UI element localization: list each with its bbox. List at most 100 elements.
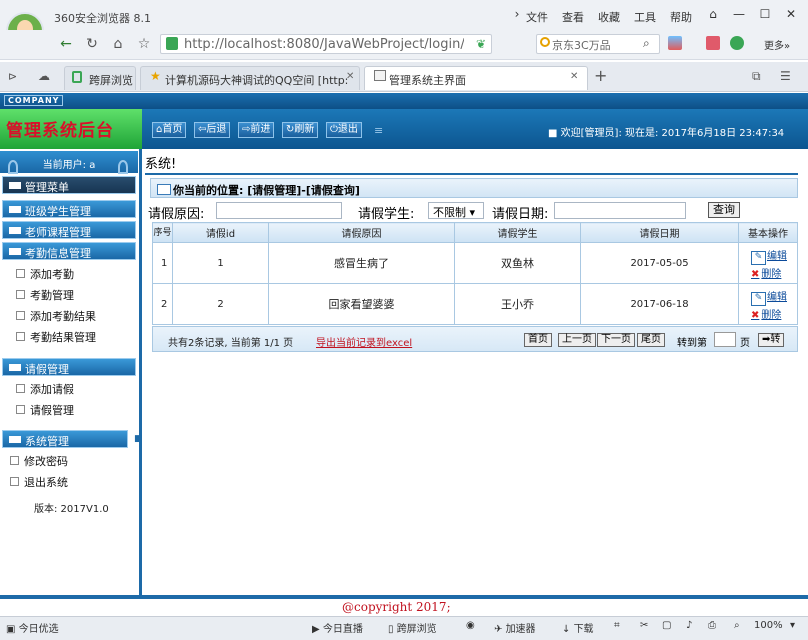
sidebar-section-class-student[interactable]: 班级学生管理 — [2, 200, 136, 218]
tab-qq-space[interactable]: 计算机源码大神调试的QQ空间 [http: — [140, 66, 360, 90]
sidebar-section-attendance[interactable]: 考勤信息管理 — [2, 242, 136, 260]
cell-id: 2 — [172, 283, 269, 325]
close-icon[interactable]: ✕ — [782, 6, 800, 22]
date-input[interactable] — [554, 202, 686, 219]
version-text: 版本: 2017V1.0 — [34, 504, 109, 515]
company-bar — [0, 93, 808, 109]
page-label: 页 — [740, 338, 750, 349]
logout-button[interactable]: ⏻退出 — [326, 122, 362, 138]
sidebar-item-leave-manage[interactable]: 请假管理 — [16, 402, 74, 418]
today-picks[interactable]: ▣ 今日优选 — [6, 620, 59, 635]
extension-icon[interactable] — [706, 36, 720, 50]
sidebar-section-teacher-course[interactable]: 老师课程管理 — [2, 221, 136, 239]
edit-link[interactable]: 编辑 — [751, 288, 797, 306]
cloud-icon[interactable]: ☁ — [38, 69, 50, 83]
leaf-icon[interactable]: ❦ — [476, 37, 486, 51]
student-select[interactable]: 不限制 ▾ — [428, 202, 484, 219]
menu-file[interactable]: 文件 — [526, 9, 548, 25]
cell-actions: 编辑 删除 — [738, 242, 798, 284]
tab-list-icon[interactable]: ☰ — [780, 69, 791, 83]
delete-link[interactable]: 删除 — [751, 265, 797, 280]
reload-icon[interactable]: ↻ — [82, 34, 102, 54]
column-header: 请假原因 — [268, 222, 455, 243]
home-icon[interactable]: ⌂ — [108, 34, 128, 54]
sidebar-toggle-icon[interactable]: ⊳ — [8, 70, 17, 83]
cell-seq: 1 — [152, 242, 173, 284]
live-link[interactable]: ▶ 今日直播 — [312, 620, 363, 635]
search-engine-icon[interactable] — [540, 37, 550, 47]
cell-actions: 编辑 删除 — [738, 283, 798, 325]
zoom-level[interactable]: 100% — [754, 620, 783, 631]
delete-link[interactable]: 删除 — [751, 306, 797, 321]
column-header: 请假日期 — [580, 222, 739, 243]
sidebar-item-attendance-result-manage[interactable]: 考勤结果管理 — [16, 329, 96, 345]
close-tab-icon[interactable]: ✕ — [570, 71, 578, 82]
menu-help[interactable]: 帮助 — [670, 9, 692, 25]
search-input[interactable]: 京东3C万品 — [552, 37, 611, 53]
zoom-icon[interactable]: ⌕ — [734, 620, 740, 631]
reason-input[interactable] — [216, 202, 342, 219]
address-text[interactable]: http://localhost:8080/JavaWebProject/log… — [184, 37, 464, 52]
edit-link[interactable]: 编辑 — [751, 247, 797, 265]
back-button[interactable]: ⇦后退 — [194, 122, 231, 138]
welcome-text: ■ 欢迎[管理员]: 现在是: 2017年6月18日 23:47:34 — [548, 128, 785, 139]
collapse-icon[interactable]: ■ — [134, 434, 143, 444]
minimize-icon[interactable]: — — [730, 6, 748, 22]
menu-view[interactable]: 查看 — [562, 9, 584, 25]
screenshot-icon[interactable]: ⌗ — [614, 620, 620, 631]
window-icon[interactable]: ▢ — [662, 620, 671, 631]
goto-button[interactable]: ➡转 — [758, 333, 785, 347]
first-page-button[interactable]: 首页 — [524, 333, 552, 347]
sidebar-section-system[interactable]: 系统管理 — [2, 430, 128, 448]
search-icon[interactable]: ⌕ — [643, 36, 650, 51]
speaker-icon[interactable]: ♪ — [686, 620, 692, 631]
column-header: 基本操作 — [738, 222, 798, 243]
maximize-icon[interactable]: ☐ — [756, 6, 774, 22]
cell-student: 王小乔 — [454, 283, 581, 325]
close-tab-icon[interactable]: ✕ — [346, 71, 354, 82]
more-link[interactable]: 更多» — [764, 37, 790, 52]
sidebar-item-exit-system[interactable]: 退出系统 — [10, 474, 68, 490]
export-excel-link[interactable]: 导出当前记录到excel — [316, 334, 412, 349]
restore-tab-icon[interactable]: ⧉ — [752, 69, 761, 84]
chevron-right-icon[interactable]: › — [508, 6, 526, 22]
next-page-button[interactable]: 下一页 — [597, 333, 635, 347]
tab-main-page[interactable]: 管理系统主界面 — [364, 66, 588, 90]
sidebar-item-add-attendance[interactable]: 添加考勤 — [16, 266, 74, 282]
apps-icon[interactable] — [668, 36, 682, 50]
prev-page-button[interactable]: 上一页 — [558, 333, 596, 347]
sidebar-item-add-leave[interactable]: 添加请假 — [16, 381, 74, 397]
cell-reason: 感冒生病了 — [268, 242, 455, 284]
folder-icon — [9, 227, 21, 234]
footer-divider — [0, 595, 808, 599]
download-link[interactable]: ↓ 下载 — [562, 620, 594, 635]
cell-date: 2017-06-18 — [580, 283, 739, 325]
goto-page-input[interactable] — [714, 332, 736, 347]
menu-favorites[interactable]: 收藏 — [598, 9, 620, 25]
shirt-icon[interactable]: ⌂ — [704, 6, 722, 22]
home-button[interactable]: ⌂首页 — [152, 122, 187, 138]
folder-icon — [9, 248, 21, 255]
menu-tools[interactable]: 工具 — [634, 9, 656, 25]
forward-button[interactable]: ⇨前进 — [238, 122, 275, 138]
student-label: 请假学生: — [358, 207, 415, 222]
sidebar-item-change-password[interactable]: 修改密码 — [10, 453, 68, 469]
sidebar-item-add-attendance-result[interactable]: 添加考勤结果 — [16, 308, 96, 324]
back-icon[interactable]: ← — [56, 34, 76, 54]
chevron-down-icon[interactable]: ▾ — [790, 620, 795, 631]
query-button[interactable]: 查询 — [708, 202, 740, 218]
table-row: 1 1 感冒生病了 双鱼林 2017-05-05 编辑 删除 — [152, 242, 798, 284]
star-icon[interactable]: ☆ — [134, 34, 154, 54]
refresh-button[interactable]: ↻刷新 — [282, 122, 319, 138]
scissors-icon[interactable]: ✂ — [640, 620, 648, 631]
new-tab-icon[interactable]: + — [594, 66, 607, 85]
sidebar-section-leave[interactable]: 请假管理 — [2, 358, 136, 376]
accelerator-link[interactable]: ✈ 加速器 — [494, 620, 536, 635]
print-icon[interactable]: ⎙ — [708, 620, 716, 631]
cross-screen-link[interactable]: ▯ 跨屏浏览 — [388, 620, 437, 635]
cell-reason: 回家看望婆婆 — [268, 283, 455, 325]
last-page-button[interactable]: 尾页 — [637, 333, 665, 347]
earth-icon[interactable]: ◉ — [466, 620, 475, 631]
sidebar-item-attendance-manage[interactable]: 考勤管理 — [16, 287, 74, 303]
security-icon[interactable] — [730, 36, 744, 50]
